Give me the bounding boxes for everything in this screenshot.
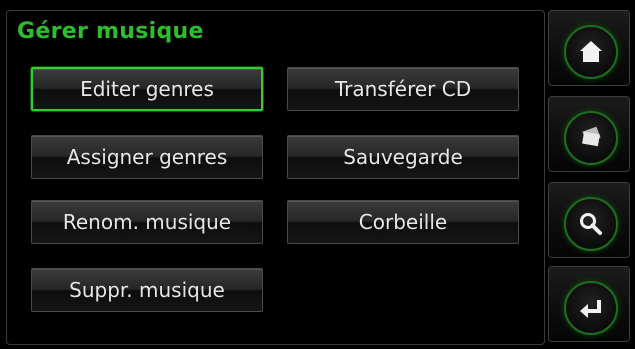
back-icon [580, 300, 601, 318]
sidebar [548, 10, 630, 343]
rename-music-button[interactable]: Renom. musique [31, 200, 263, 244]
search-icon [580, 213, 602, 235]
home-icon [580, 41, 602, 62]
assign-genres-button[interactable]: Assigner genres [31, 135, 263, 179]
back-icon-ring [564, 281, 618, 335]
search-icon-ring [564, 197, 618, 251]
search-button[interactable] [548, 182, 630, 258]
home-button[interactable] [548, 10, 630, 86]
delete-music-button[interactable]: Suppr. musique [31, 268, 263, 312]
cards-button[interactable] [548, 96, 630, 172]
main-panel: Gérer musique Editer genres Transférer C… [6, 10, 545, 345]
transfer-cd-button[interactable]: Transférer CD [287, 67, 519, 111]
back-button[interactable] [548, 266, 630, 342]
cards-icon-ring [564, 111, 618, 165]
backup-button[interactable]: Sauvegarde [287, 135, 519, 179]
edit-genres-button[interactable]: Editer genres [31, 67, 263, 111]
cards-icon [582, 126, 601, 147]
page-title: Gérer musique [17, 19, 204, 44]
trash-button[interactable]: Corbeille [287, 200, 519, 244]
home-icon-ring [564, 25, 618, 79]
